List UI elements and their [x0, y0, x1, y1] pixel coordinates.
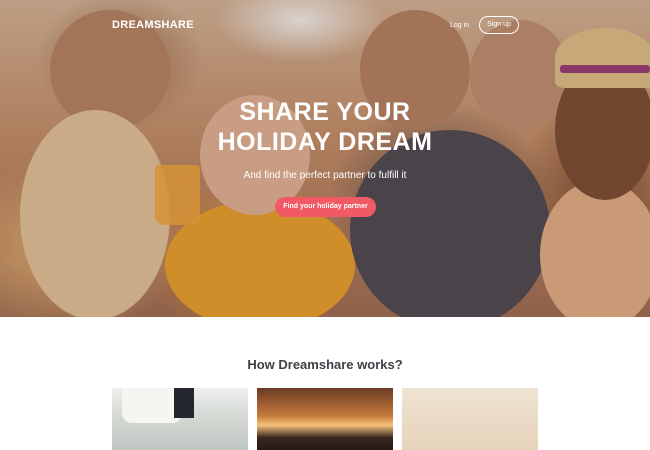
card-photo-tie	[174, 388, 194, 418]
feature-image-card	[402, 388, 538, 450]
hero-section: DREAMSHARE Log in Sign up SHARE YOUR HOL…	[0, 0, 650, 317]
logo[interactable]: DREAMSHARE	[112, 19, 194, 31]
find-partner-button[interactable]: Find your holiday partner	[275, 197, 376, 217]
feature-image-card	[112, 388, 248, 450]
hero-title-line: SHARE YOUR	[239, 98, 411, 126]
hero-title-line: HOLIDAY DREAM	[217, 128, 433, 156]
login-link[interactable]: Log in	[450, 22, 469, 29]
card-photo-shirt	[122, 388, 182, 423]
hero-subtitle: And find the perfect partner to fulfill …	[243, 170, 407, 181]
feature-image-card	[257, 388, 393, 450]
signup-button[interactable]: Sign up	[479, 16, 519, 34]
hero-title: SHARE YOUR HOLIDAY DREAM	[0, 97, 650, 157]
section-title: How Dreamshare works?	[247, 357, 403, 372]
hero-overlay	[0, 0, 650, 317]
